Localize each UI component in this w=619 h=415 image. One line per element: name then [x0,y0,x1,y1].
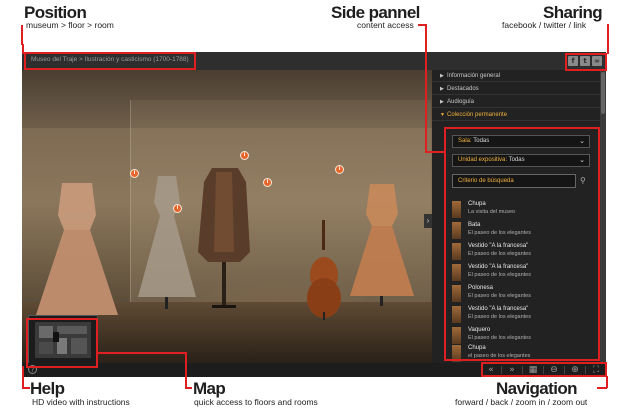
panel-collapse-arrow-icon[interactable]: › [424,214,432,228]
accordion-informacion-general[interactable]: ▶ Información general [432,70,600,82]
caret-right-icon: ▶ [440,73,444,79]
annotation-line [22,366,24,388]
annotation-help-subtitle: HD video with instructions [32,397,130,407]
info-hotspot[interactable]: i [240,151,249,160]
annotation-sharing-subtitle: facebook / twitter / link [502,20,587,30]
annotation-navigation-subtitle: forward / back / zoom in / zoom out [455,397,588,407]
accordion-coleccion-permanente[interactable]: ▼ Colección permanente [432,109,600,121]
coat-center[interactable] [194,162,254,312]
annotation-side-panel-title: Side pannel [331,3,420,22]
annotation-line [22,387,30,389]
caret-down-icon: ▼ [440,112,445,118]
annotation-line [597,387,607,389]
annotation-frame-map [26,318,98,368]
annotation-help-title: Help [30,379,65,398]
annotation-line [22,44,24,54]
annotation-frame-position [24,52,196,70]
annotation-sharing-title: Sharing [543,3,603,22]
annotation-side-panel-subtitle: content access [357,20,414,30]
dress-left[interactable] [32,175,122,325]
annotation-position-title: Position [24,3,87,22]
annotation-navigation-title: Navigation [496,379,578,398]
annotation-position-subtitle: museum > floor > room [26,20,114,30]
scrollbar-thumb[interactable] [601,72,605,114]
accordion-destacados[interactable]: ▶ Destacados [432,83,600,95]
annotation-map-title: Map [193,379,226,398]
info-hotspot[interactable]: i [173,204,182,213]
info-hotspot[interactable]: i [263,178,272,187]
caret-right-icon: ▶ [440,86,444,92]
cello[interactable] [304,220,344,320]
annotation-line [96,352,186,354]
annotation-map-subtitle: quick access to floors and rooms [194,397,318,407]
annotation-line [21,25,23,45]
annotation-frame-side-panel [444,127,600,361]
info-hotspot[interactable]: i [335,165,344,174]
dress-grey[interactable] [132,172,202,312]
accordion-audioguia[interactable]: ▶ Audioguía [432,96,600,108]
annotation-line [185,352,187,388]
annotation-frame-navigation [481,362,607,377]
info-hotspot[interactable]: i [130,169,139,178]
annotation-line [185,387,192,389]
dress-right[interactable] [342,178,422,308]
annotation-line [607,24,609,54]
annotation-frame-sharing [565,53,607,71]
annotation-line [425,24,427,152]
annotation-line [425,151,445,153]
caret-right-icon: ▶ [440,99,444,105]
